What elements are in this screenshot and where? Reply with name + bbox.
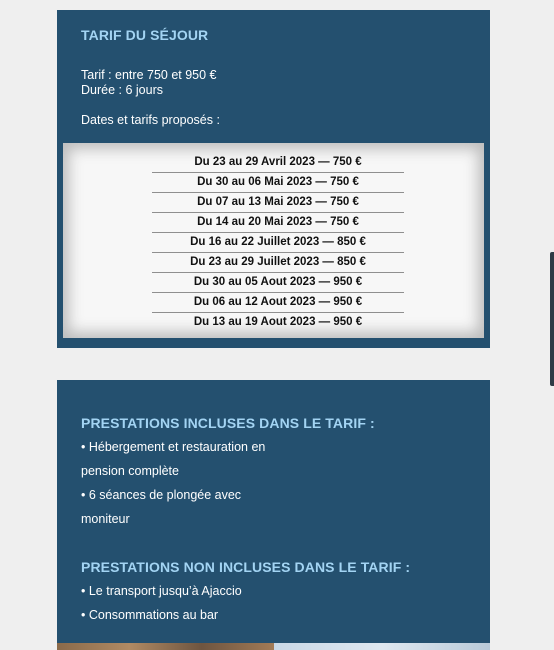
dates-intro: Dates et tarifs proposés : [81,113,220,127]
photo-right [274,643,490,650]
date-row: Du 13 au 19 Aout 2023 — 950 € [193,316,363,328]
price-range: Tarif : entre 750 et 950 € [81,68,217,82]
tarif-title: TARIF DU SÉJOUR [81,27,209,43]
included-item: • Hébergement et restauration en [81,440,266,454]
date-row: Du 23 au 29 Juillet 2023 — 850 € [152,253,404,273]
date-row: Du 07 au 13 Mai 2023 — 750 € [152,193,404,213]
date-row: Du 30 au 06 Mai 2023 — 750 € [152,173,404,193]
excluded-title: PRESTATIONS NON INCLUSES DANS LE TARIF : [81,559,411,575]
dates-list: Du 23 au 29 Avril 2023 — 750 € Du 30 au … [152,153,404,332]
photo-left [57,643,274,650]
excluded-item: • Consommations au bar [81,608,219,622]
date-row: Du 14 au 20 Mai 2023 — 750 € [152,213,404,233]
included-title: PRESTATIONS INCLUSES DANS LE TARIF : [81,415,375,431]
excluded-item: • Le transport jusqu’à Ajaccio [81,584,242,598]
date-row: Du 23 au 29 Avril 2023 — 750 € [152,153,404,173]
date-row: Du 16 au 22 Juillet 2023 — 850 € [152,233,404,253]
duration: Durée : 6 jours [81,83,163,97]
photo-strip [57,643,490,650]
date-row: Du 06 au 12 Aout 2023 — 950 € [152,293,404,313]
tarif-panel: TARIF DU SÉJOUR Tarif : entre 750 et 950… [57,10,490,348]
date-row: Du 30 au 05 Aout 2023 — 950 € [152,273,404,293]
prestations-panel: PRESTATIONS INCLUSES DANS LE TARIF : • H… [57,380,490,650]
included-item: moniteur [81,512,130,526]
scrollbar[interactable] [550,252,554,386]
included-item: pension complète [81,464,179,478]
included-item: • 6 séances de plongée avec [81,488,242,502]
dates-table: Du 23 au 29 Avril 2023 — 750 € Du 30 au … [63,143,484,338]
